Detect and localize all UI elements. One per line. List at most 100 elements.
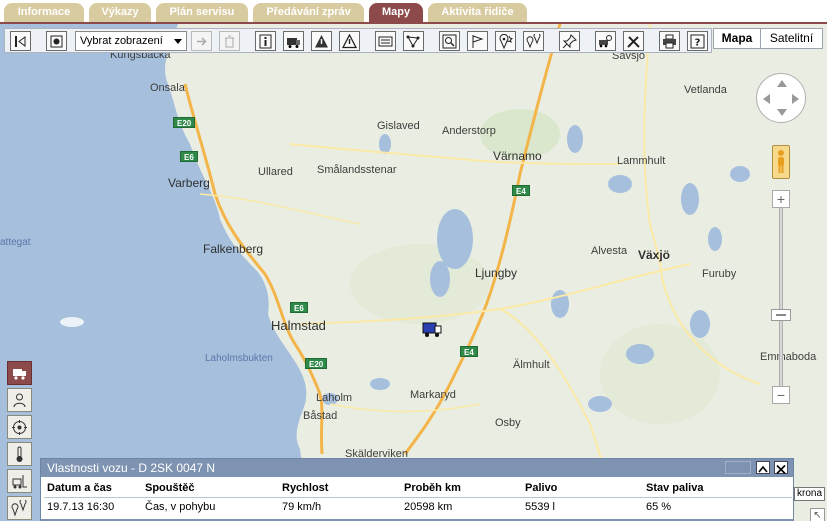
map-label-halmstad: Halmstad xyxy=(271,318,326,333)
side-loading-button[interactable] xyxy=(7,469,32,493)
table-header-row: Datum a čas Spouštěč Rychlost Proběh km … xyxy=(44,479,792,498)
panel-close-button[interactable] xyxy=(774,461,788,475)
vehicle-button[interactable] xyxy=(283,31,304,51)
vehicle-properties-panel: Vlastnosti vozu - D 2SK 0047 N Datum a č… xyxy=(40,458,794,521)
map-label-varberg: Varberg xyxy=(168,176,210,190)
driver-icon xyxy=(13,393,26,407)
flag-button[interactable] xyxy=(467,31,488,51)
network-icon xyxy=(406,35,420,47)
map-label-vaxjo: Växjö xyxy=(638,248,671,262)
map-label-markaryd: Markaryd xyxy=(410,389,456,401)
panel-title: Vlastnosti vozu - D 2SK 0047 N xyxy=(47,461,216,475)
map-label-smalandsstenar: Smålandsstenar xyxy=(317,164,397,176)
column-header: Palivo xyxy=(522,479,643,498)
panel-collapse-button[interactable] xyxy=(756,461,770,474)
side-vehicles-button[interactable] xyxy=(7,361,32,385)
view-select[interactable]: Vybrat zobrazení xyxy=(75,31,187,51)
network-button[interactable] xyxy=(403,31,424,51)
pan-control[interactable] xyxy=(756,73,806,123)
resize-corner-icon[interactable]: ↖ xyxy=(810,508,825,521)
map-label-lammhult: Lammhult xyxy=(617,155,666,167)
table-cell: 20598 km xyxy=(404,501,453,513)
road-shield-e20: E20 xyxy=(173,117,196,128)
zoom-out-button[interactable]: − xyxy=(772,386,790,404)
tab-mapy[interactable]: Mapy xyxy=(369,3,423,22)
map-label-varnamo: Värnamo xyxy=(493,149,542,163)
trash-icon xyxy=(225,35,234,47)
zoom-in-button[interactable]: + xyxy=(772,190,790,208)
poi-button[interactable] xyxy=(495,31,516,51)
delete-button[interactable] xyxy=(219,31,240,51)
column-header: Rychlost xyxy=(279,479,401,498)
tools-button[interactable] xyxy=(623,31,644,51)
tab-vykazy[interactable]: Výkazy xyxy=(89,3,151,22)
warning-icon xyxy=(315,34,328,47)
zoom-area-button[interactable] xyxy=(439,31,460,51)
route-pins-icon xyxy=(11,499,27,517)
route-button[interactable] xyxy=(523,31,544,51)
map-label-anderstorp: Anderstorp xyxy=(442,125,496,137)
poi-icon xyxy=(499,33,513,49)
tab-predavani-zprav[interactable]: Předávání zpráv xyxy=(253,3,364,22)
map-type-map-button[interactable]: Mapa xyxy=(714,29,761,48)
panel-route-icon[interactable] xyxy=(725,461,751,474)
map-label-emmaboda: Emmaboda xyxy=(760,351,817,363)
pin-button[interactable] xyxy=(559,31,580,51)
road-shield-e6: E6 xyxy=(290,302,308,313)
pan-left-icon[interactable] xyxy=(763,94,770,104)
pegman-icon xyxy=(778,150,784,173)
side-route-button[interactable] xyxy=(7,496,32,520)
street-view-pegman[interactable] xyxy=(772,145,790,179)
vehicle-icon xyxy=(287,37,300,48)
layer-toggle-button[interactable] xyxy=(10,31,31,51)
tab-plan-servisu[interactable]: Plán servisu xyxy=(156,3,248,22)
pin-icon xyxy=(562,33,577,48)
help-button[interactable]: ? xyxy=(687,31,708,51)
column-header: Proběh km xyxy=(401,479,522,498)
vehicle-search-button[interactable] xyxy=(595,31,616,51)
road-shield-e6: E6 xyxy=(180,151,198,162)
tools-icon xyxy=(627,35,640,48)
panel-header: Vlastnosti vozu - D 2SK 0047 N xyxy=(41,459,793,477)
close-icon xyxy=(776,464,786,475)
vehicle-marker[interactable] xyxy=(421,320,443,338)
tab-informace[interactable]: Informace xyxy=(4,3,84,22)
print-button[interactable] xyxy=(659,31,680,51)
settings-button[interactable] xyxy=(46,31,67,51)
table-cell: 79 km/h xyxy=(282,501,322,513)
list-button[interactable] xyxy=(375,31,396,51)
forward-button[interactable] xyxy=(191,31,212,51)
map-label-ullared: Ullared xyxy=(258,166,293,178)
map-toolbar: Vybrat zobrazení ? xyxy=(4,28,712,53)
alert-button[interactable] xyxy=(339,31,360,51)
print-icon xyxy=(663,34,676,48)
map-label-almhult: Älmhult xyxy=(513,359,550,371)
info-icon xyxy=(259,34,272,48)
pan-up-icon[interactable] xyxy=(777,80,787,87)
map-label-alvesta: Alvesta xyxy=(591,245,628,257)
route-icon xyxy=(526,33,541,48)
road-shield-e4: E4 xyxy=(460,346,478,357)
side-driver-button[interactable] xyxy=(7,388,32,412)
warning-button[interactable] xyxy=(311,31,332,51)
pan-right-icon[interactable] xyxy=(792,94,799,104)
map-label-falkenberg: Falkenberg xyxy=(203,242,264,256)
tab-bar: Informace Výkazy Plán servisu Předávání … xyxy=(0,0,827,22)
side-temperature-button[interactable] xyxy=(7,442,32,466)
table-row[interactable]: 19.7.13 16:30 Čas, v pohybu 79 km/h 2059… xyxy=(44,498,792,517)
target-icon xyxy=(12,419,27,435)
tab-aktivita-ridice[interactable]: Aktivita řidiče xyxy=(428,3,527,22)
info-button[interactable] xyxy=(255,31,276,51)
road-shield-e20: E20 xyxy=(305,358,328,369)
zoom-area-icon xyxy=(442,34,457,48)
zoom-slider-track[interactable] xyxy=(779,199,783,397)
settings-icon xyxy=(50,35,63,47)
map-label-osby: Osby xyxy=(495,417,521,429)
map-label-vetlanda: Vetlanda xyxy=(684,84,727,96)
map-type-satellite-button[interactable]: Satelitní xyxy=(761,29,822,48)
chevron-up-icon xyxy=(758,465,768,473)
map-view[interactable]: Onsala Kungsbacka Varberg Falkenberg Hal… xyxy=(0,22,827,521)
pan-down-icon[interactable] xyxy=(777,109,787,116)
side-target-button[interactable] xyxy=(7,415,32,439)
zoom-slider-handle[interactable] xyxy=(771,309,791,321)
